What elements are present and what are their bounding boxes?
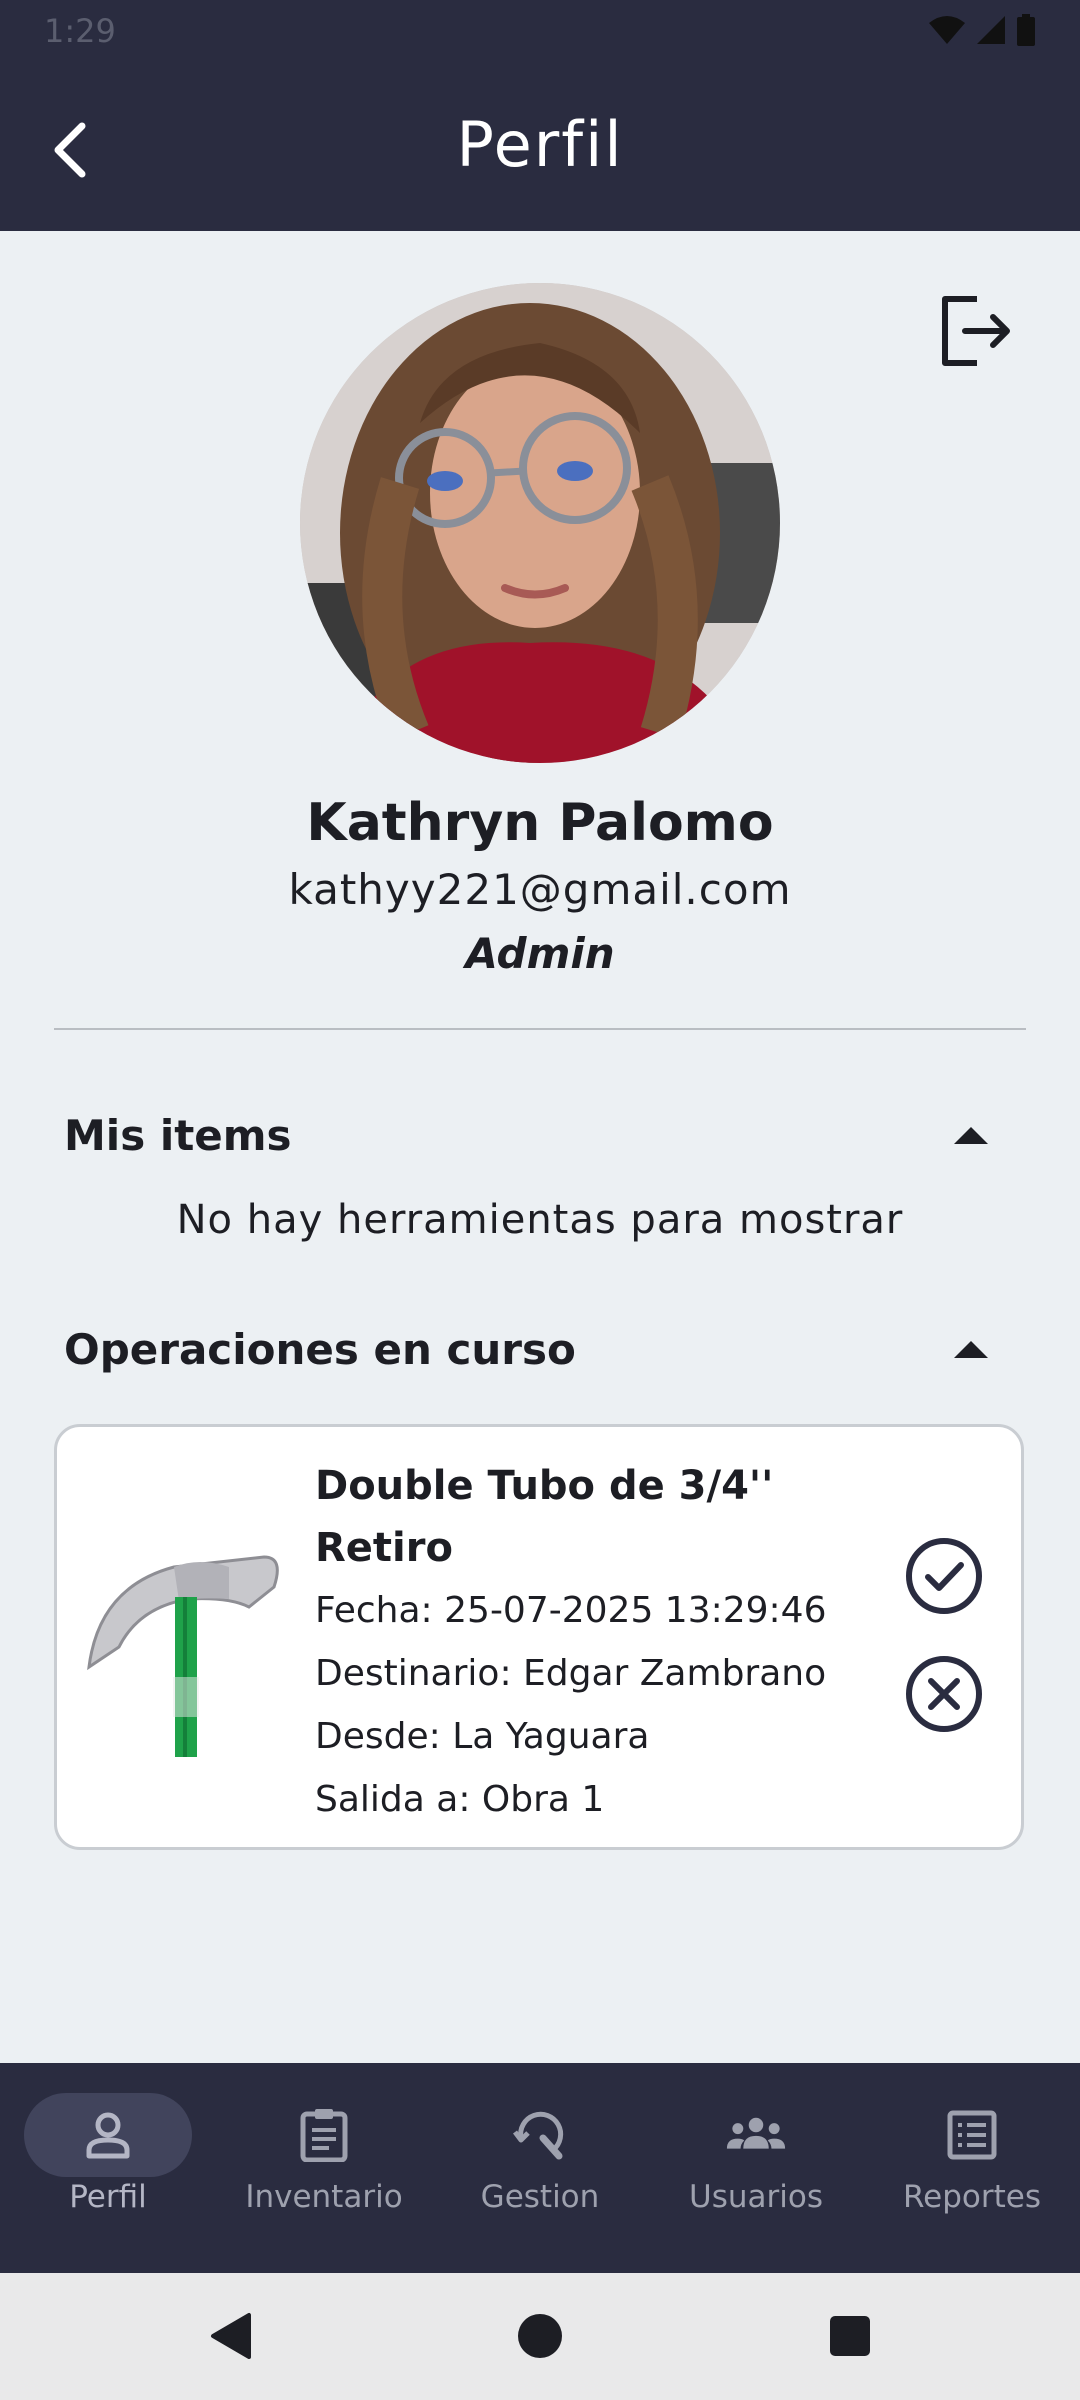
reject-button[interactable] xyxy=(902,1652,986,1736)
empty-items-message: No hay herramientas para mostrar xyxy=(176,1197,904,1243)
nav-label-gestion: Gestion xyxy=(480,2179,600,2215)
section-header-operaciones[interactable]: Operaciones en curso xyxy=(64,1309,1016,1389)
nav-label-reportes: Reportes xyxy=(903,2179,1041,2215)
app-bar: Perfil xyxy=(0,60,1080,231)
sync-tool-icon xyxy=(510,2105,570,2165)
logout-button[interactable] xyxy=(930,286,1020,376)
avatar-photo xyxy=(300,283,780,763)
user-name: Kathryn Palomo xyxy=(306,793,774,853)
tool-image xyxy=(79,1527,289,1767)
operation-type: Retiro xyxy=(315,1525,453,1571)
nav-item-usuarios[interactable]: Usuarios xyxy=(648,2063,864,2273)
status-icons xyxy=(928,14,1036,46)
operation-destination: Salida a: Obra 1 xyxy=(315,1779,605,1820)
status-bar: 1:29 xyxy=(0,0,1080,60)
operation-details: Double Tubo de 3/4'' Retiro Fecha: 25-07… xyxy=(315,1455,875,1831)
nav-label-perfil: Perfil xyxy=(69,2179,147,2215)
nav-item-reportes[interactable]: Reportes xyxy=(864,2063,1080,2273)
page-title: Perfil xyxy=(456,108,624,181)
operation-card[interactable]: Double Tubo de 3/4'' Retiro Fecha: 25-07… xyxy=(54,1424,1024,1850)
system-navigation-bar xyxy=(0,2273,1080,2400)
operation-recipient: Destinario: Edgar Zambrano xyxy=(315,1653,827,1694)
nav-label-usuarios: Usuarios xyxy=(689,2179,823,2215)
divider xyxy=(54,1028,1026,1030)
avatar[interactable] xyxy=(300,283,780,763)
system-recents-button[interactable] xyxy=(815,2301,885,2371)
person-icon xyxy=(78,2105,138,2165)
bottom-navigation: Perfil Inventario Gestion Usuarios Repor… xyxy=(0,2063,1080,2273)
pipe-bender-image xyxy=(87,1555,279,1757)
nav-label-inventario: Inventario xyxy=(245,2179,403,2215)
system-home-button[interactable] xyxy=(505,2301,575,2371)
close-circle-icon xyxy=(906,1656,982,1732)
logout-icon xyxy=(942,296,1010,366)
square-recents-icon xyxy=(830,2316,870,2356)
profile-content: Kathryn Palomo kathyy221@gmail.com Admin… xyxy=(0,231,1080,2063)
collapse-caret-icon xyxy=(954,1340,988,1358)
operation-date: Fecha: 25-07-2025 13:29:46 xyxy=(315,1590,827,1631)
circle-home-icon xyxy=(518,2314,562,2358)
user-role: Admin xyxy=(465,929,615,978)
section-header-mis-items[interactable]: Mis items xyxy=(64,1095,1016,1175)
status-time: 1:29 xyxy=(44,12,116,50)
list-document-icon xyxy=(942,2105,1002,2165)
nav-item-gestion[interactable]: Gestion xyxy=(432,2063,648,2273)
clipboard-icon xyxy=(294,2105,354,2165)
approve-button[interactable] xyxy=(902,1534,986,1618)
group-icon xyxy=(726,2105,786,2165)
check-circle-icon xyxy=(906,1538,982,1614)
section-title-operaciones: Operaciones en curso xyxy=(64,1324,576,1374)
system-back-button[interactable] xyxy=(195,2301,265,2371)
nav-item-inventario[interactable]: Inventario xyxy=(216,2063,432,2273)
nav-item-perfil[interactable]: Perfil xyxy=(0,2063,216,2273)
triangle-back-icon xyxy=(211,2313,251,2359)
wifi-icon xyxy=(929,16,965,44)
operation-origin: Desde: La Yaguara xyxy=(315,1716,650,1757)
battery-icon xyxy=(1017,14,1035,46)
user-email: kathyy221@gmail.com xyxy=(288,865,792,914)
signal-icon xyxy=(977,16,1005,44)
operation-tool-name: Double Tubo de 3/4'' xyxy=(315,1463,774,1509)
collapse-caret-icon xyxy=(954,1126,988,1144)
section-title-mis-items: Mis items xyxy=(64,1110,292,1160)
